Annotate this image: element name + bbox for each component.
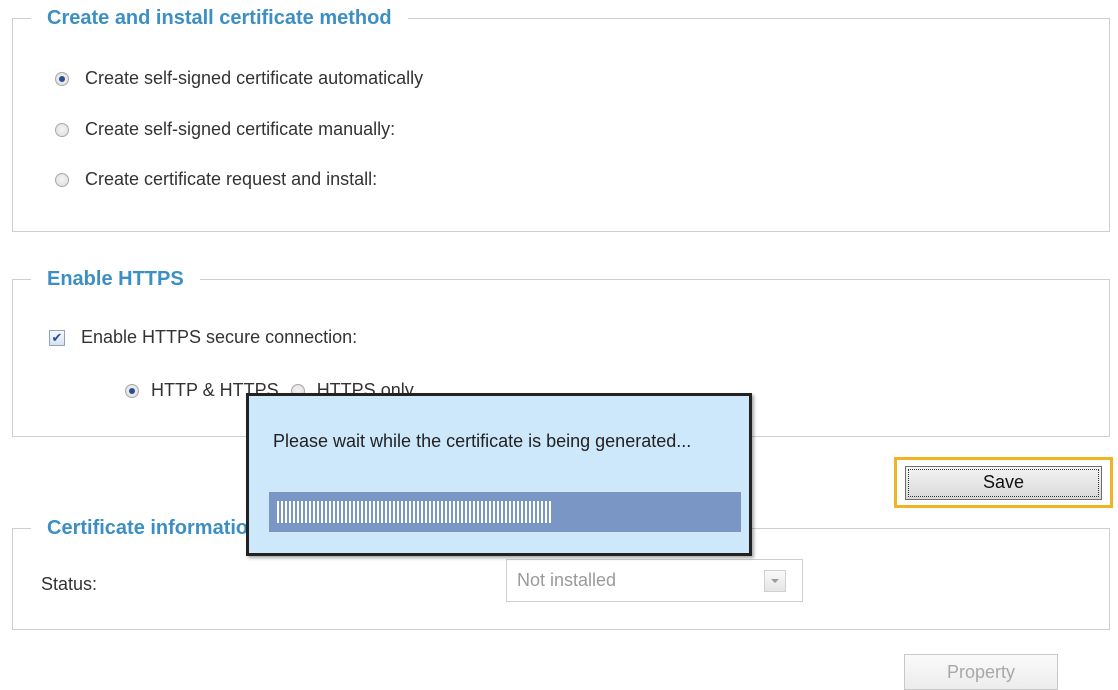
radio-http-and-https[interactable] [125,383,139,398]
radio-manual-certificate[interactable] [55,122,69,137]
progress-bar [269,492,741,532]
progress-bar-fill [277,501,551,523]
progress-message: Please wait while the certificate is bei… [273,431,692,451]
radio-auto-certificate[interactable] [55,71,69,86]
certificate-progress-dialog: Please wait while the certificate is bei… [246,393,752,556]
enable-https-option[interactable]: ✔ Enable HTTPS secure connection: [49,327,357,348]
option-manual-certificate-label: Create self-signed certificate manually: [85,119,396,139]
certificate-method-title: Create and install certificate method [31,6,408,30]
option-auto-certificate[interactable]: Create self-signed certificate automatic… [55,68,423,89]
enable-https-title: Enable HTTPS [31,267,200,291]
option-manual-certificate[interactable]: Create self-signed certificate manually: [55,119,395,140]
option-certificate-request-label: Create certificate request and install: [85,169,378,189]
option-certificate-request[interactable]: Create certificate request and install: [55,169,377,190]
enable-https-checkbox[interactable]: ✔ [49,329,65,346]
certificate-method-group: Create and install certificate method Cr… [12,6,1110,232]
enable-https-label: Enable HTTPS secure connection: [81,327,358,347]
status-select[interactable]: Not installed [506,559,803,602]
save-button[interactable]: Save [905,465,1102,500]
chevron-down-icon[interactable] [764,569,786,592]
status-row: Status: [41,574,97,595]
status-label: Status: [41,574,98,594]
save-button-highlight: Save [894,457,1113,508]
option-auto-certificate-label: Create self-signed certificate automatic… [85,68,424,88]
radio-certificate-request[interactable] [55,172,69,187]
certificate-information-title: Certificate information [31,516,277,540]
property-button[interactable]: Property [904,654,1058,690]
status-value: Not installed [517,570,617,590]
